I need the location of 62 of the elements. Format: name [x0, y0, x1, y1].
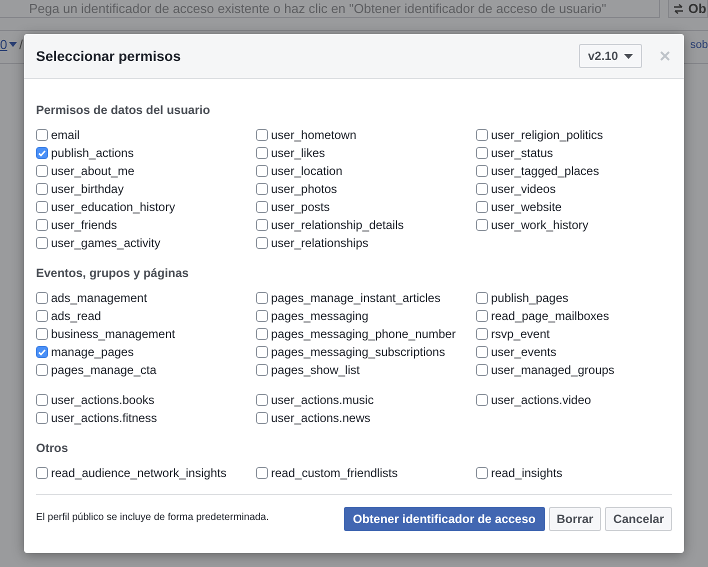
permission-checkbox[interactable]: read_custom_friendlists: [256, 464, 476, 482]
permission-checkbox[interactable]: user_work_history: [476, 216, 672, 234]
permission-checkbox[interactable]: user_relationship_details: [256, 216, 476, 234]
permission-checkbox[interactable]: business_management: [36, 325, 256, 343]
permission-checkbox[interactable]: read_insights: [476, 464, 672, 482]
section-heading: Permisos de datos del usuario: [36, 102, 212, 119]
permission-checkbox[interactable]: user_location: [256, 162, 476, 180]
dialog-button[interactable]: Cancelar: [605, 507, 672, 531]
link-fragment[interactable]: sob: [690, 36, 708, 53]
permission-checkbox[interactable]: user_events: [476, 343, 672, 361]
permission-checkbox[interactable]: user_hometown: [256, 126, 476, 144]
permission-checkbox[interactable]: user_actions.books: [36, 391, 256, 409]
permission-checkbox[interactable]: pages_messaging_phone_number: [256, 325, 476, 343]
permission-checkbox[interactable]: pages_manage_instant_articles: [256, 289, 476, 307]
permission-checkbox[interactable]: publish_pages: [476, 289, 672, 307]
permission-checkbox[interactable]: read_audience_network_insights: [36, 464, 256, 482]
caret-icon: [624, 54, 633, 58]
permission-checkbox[interactable]: user_posts: [256, 198, 476, 216]
partial-button[interactable]: Ob: [668, 0, 708, 18]
dialog-button[interactable]: Borrar: [548, 507, 602, 531]
permission-checkbox[interactable]: user_managed_groups: [476, 361, 672, 379]
swap-icon: [673, 4, 684, 14]
permission-checkbox[interactable]: user_relationships: [256, 234, 476, 252]
permission-checkbox[interactable]: user_status: [476, 144, 672, 162]
close-icon[interactable]: [660, 51, 670, 61]
get-token-button[interactable]: Obtener identificador de acceso: [344, 507, 545, 531]
section-heading: Eventos, grupos y páginas: [36, 265, 190, 282]
caret-icon: [9, 42, 18, 48]
permission-checkbox[interactable]: user_friends: [36, 216, 256, 234]
permission-checkbox[interactable]: user_photos: [256, 180, 476, 198]
permission-checkbox[interactable]: user_likes: [256, 144, 476, 162]
permission-checkbox[interactable]: rsvp_event: [476, 325, 672, 343]
permission-checkbox[interactable]: user_actions.news: [256, 409, 476, 427]
permission-checkbox[interactable]: manage_pages: [36, 343, 256, 361]
permission-checkbox[interactable]: pages_manage_cta: [36, 361, 256, 379]
permission-checkbox[interactable]: user_about_me: [36, 162, 256, 180]
permission-checkbox[interactable]: user_videos: [476, 180, 672, 198]
permission-checkbox[interactable]: user_religion_politics: [476, 126, 672, 144]
permission-checkbox[interactable]: pages_messaging_subscriptions: [256, 343, 476, 361]
version-dropdown[interactable]: v2.10: [578, 44, 642, 68]
dialog-title: Seleccionar permisos: [36, 46, 181, 66]
permission-checkbox[interactable]: user_games_activity: [36, 234, 256, 252]
permission-checkbox[interactable]: user_tagged_places: [476, 162, 672, 180]
permission-checkbox[interactable]: user_website: [476, 198, 672, 216]
footer-note: El perfil público se incluye de forma predeterminada.: [36, 511, 269, 525]
permission-checkbox[interactable]: user_actions.video: [476, 391, 672, 409]
permission-checkbox[interactable]: read_page_mailboxes: [476, 307, 672, 325]
section-heading: Otros: [36, 440, 70, 457]
version-link[interactable]: 0: [0, 35, 8, 54]
path-separator: /: [19, 36, 23, 54]
permission-checkbox[interactable]: ads_management: [36, 289, 256, 307]
permission-checkbox[interactable]: publish_actions: [36, 144, 256, 162]
check-icon: [38, 150, 46, 156]
permission-checkbox[interactable]: user_actions.music: [256, 391, 476, 409]
permission-checkbox[interactable]: pages_show_list: [256, 361, 476, 379]
permission-checkbox[interactable]: user_actions.fitness: [36, 409, 256, 427]
permission-checkbox[interactable]: pages_messaging: [256, 307, 476, 325]
permission-checkbox[interactable]: email: [36, 126, 256, 144]
permission-checkbox[interactable]: ads_read: [36, 307, 256, 325]
check-icon: [38, 348, 46, 356]
permission-checkbox[interactable]: user_birthday: [36, 180, 256, 198]
permission-checkbox[interactable]: user_education_history: [36, 198, 256, 216]
